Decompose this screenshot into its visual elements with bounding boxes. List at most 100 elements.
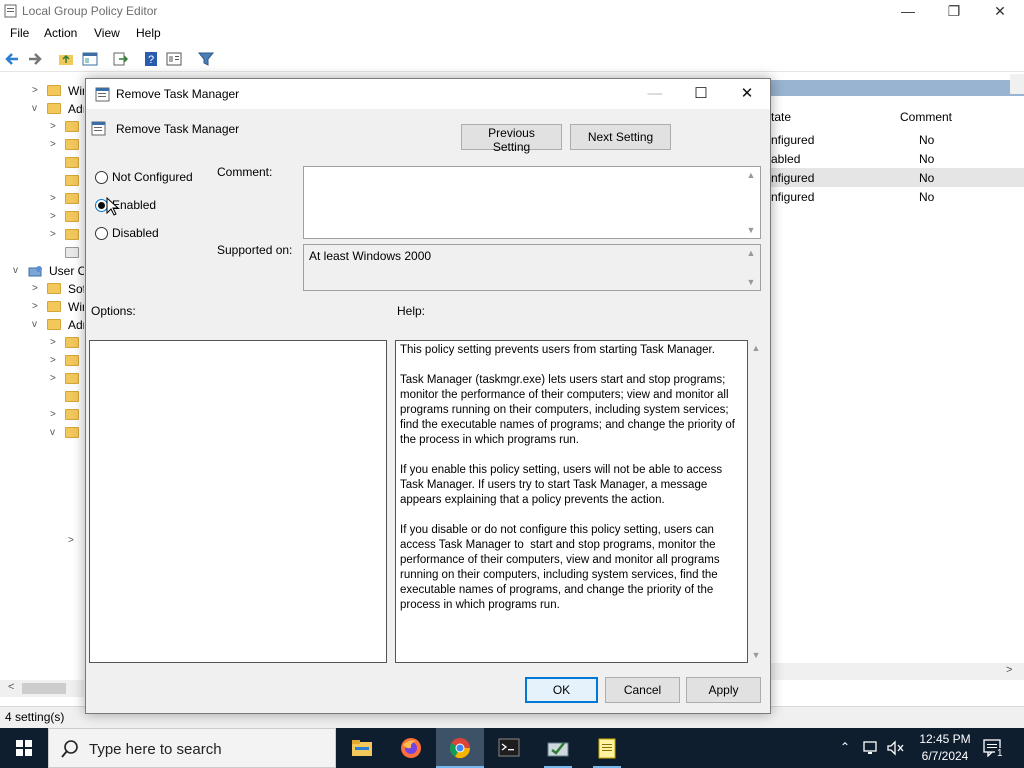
- tree-item[interactable]: >: [0, 208, 84, 226]
- start-button[interactable]: [0, 728, 48, 768]
- not-configured-radio[interactable]: [95, 171, 108, 184]
- show-hidden-icons-chevron-icon[interactable]: ⌃: [840, 740, 850, 754]
- tree-item[interactable]: > Sof: [0, 280, 84, 298]
- svg-text:?: ?: [148, 54, 154, 66]
- chrome-taskbar-icon[interactable]: [436, 728, 484, 768]
- tree-item[interactable]: >: [0, 190, 84, 208]
- minimize-button[interactable]: —: [885, 0, 931, 22]
- help-icon[interactable]: ?: [143, 51, 159, 67]
- comment-textarea[interactable]: ▲ ▼: [303, 166, 761, 239]
- next-setting-button[interactable]: Next Setting: [570, 124, 671, 150]
- tree-chevron[interactable]: >: [50, 118, 60, 136]
- search-icon: [61, 740, 78, 758]
- list-row[interactable]: nfigured No: [770, 187, 1024, 206]
- network-icon[interactable]: [862, 740, 880, 756]
- column-header-comment[interactable]: Comment: [900, 110, 952, 124]
- scroll-up-icon[interactable]: ▲: [745, 170, 757, 180]
- terminal-taskbar-icon[interactable]: [485, 728, 533, 768]
- tree-item[interactable]: >: [0, 118, 84, 136]
- tree-chevron[interactable]: >: [50, 352, 60, 370]
- tree-chevron[interactable]: >: [50, 334, 60, 352]
- tree-chevron[interactable]: >: [32, 280, 42, 298]
- system-clock[interactable]: 12:45 PM 6/7/2024: [910, 731, 980, 765]
- list-vertical-scrollbar[interactable]: [1010, 74, 1024, 94]
- menu-action[interactable]: Action: [44, 26, 77, 40]
- previous-setting-button[interactable]: Previous Setting: [461, 124, 562, 154]
- tree-item-user-configuration[interactable]: v User Co: [0, 262, 84, 280]
- list-row[interactable]: abled No: [770, 149, 1024, 168]
- scroll-up-icon[interactable]: ▲: [745, 248, 757, 258]
- firefox-taskbar-icon[interactable]: [387, 728, 435, 768]
- restore-button[interactable]: ❐: [931, 0, 977, 22]
- not-configured-label[interactable]: Not Configured: [112, 170, 193, 184]
- up-folder-icon[interactable]: [58, 51, 74, 67]
- scroll-thumb[interactable]: [22, 683, 66, 694]
- tree-chevron[interactable]: >: [50, 406, 60, 424]
- menu-view[interactable]: View: [94, 26, 120, 40]
- taskbar-search-box[interactable]: Type here to search: [48, 728, 336, 768]
- tree-item[interactable]: [0, 388, 84, 406]
- tree-item[interactable]: [0, 172, 84, 190]
- close-button[interactable]: ✕: [977, 0, 1023, 22]
- scroll-left-icon[interactable]: <: [8, 681, 14, 693]
- tree-item[interactable]: >: [0, 136, 84, 154]
- disabled-radio[interactable]: [95, 227, 108, 240]
- tree-chevron[interactable]: >: [32, 82, 42, 100]
- dialog-close-button[interactable]: ✕: [724, 79, 770, 109]
- tree-item[interactable]: >: [0, 352, 84, 370]
- tree-chevron[interactable]: >: [50, 226, 60, 244]
- tree-item[interactable]: >: [0, 226, 84, 244]
- scroll-right-icon[interactable]: >: [1006, 664, 1012, 676]
- tree-pane: > Win v Adı > > > > > v User Co > Sof > Wir v…: [0, 74, 84, 706]
- tree-item[interactable]: > Win: [0, 82, 84, 100]
- tree-item[interactable]: [0, 154, 84, 172]
- scroll-down-icon[interactable]: ▼: [745, 225, 757, 235]
- file-explorer-taskbar-icon[interactable]: [338, 728, 386, 768]
- volume-muted-icon[interactable]: [886, 740, 906, 756]
- tree-horizontal-scrollbar[interactable]: <: [0, 680, 84, 697]
- disabled-label[interactable]: Disabled: [112, 226, 159, 240]
- tree-chevron[interactable]: >: [50, 370, 60, 388]
- ok-button[interactable]: OK: [525, 677, 598, 703]
- tree-item[interactable]: >: [0, 406, 84, 424]
- tree-chevron[interactable]: >: [50, 208, 60, 226]
- menu-help[interactable]: Help: [136, 26, 161, 40]
- tree-chevron[interactable]: v: [32, 316, 42, 334]
- tree-chevron[interactable]: v: [50, 424, 60, 442]
- list-horizontal-scrollbar[interactable]: >: [770, 663, 1024, 680]
- show-hide-tree-icon[interactable]: [82, 51, 98, 67]
- filter-icon[interactable]: [198, 51, 214, 67]
- back-arrow-icon[interactable]: [4, 51, 20, 67]
- tree-item[interactable]: v Adı: [0, 100, 84, 118]
- tree-chevron[interactable]: v: [13, 262, 23, 280]
- notepad-taskbar-icon[interactable]: [583, 728, 631, 768]
- scroll-up-icon[interactable]: ▲: [750, 343, 762, 353]
- cancel-button[interactable]: Cancel: [605, 677, 680, 703]
- tree-chevron[interactable]: >: [50, 136, 60, 154]
- tree-item[interactable]: v: [0, 424, 84, 442]
- tree-item[interactable]: >: [0, 370, 84, 388]
- tree-item[interactable]: >: [0, 334, 84, 352]
- tree-chevron[interactable]: >: [68, 532, 78, 550]
- menu-file[interactable]: File: [10, 26, 29, 40]
- tree-chevron[interactable]: >: [32, 298, 42, 316]
- list-row-selected[interactable]: nfigured No: [770, 168, 1024, 187]
- scroll-down-icon[interactable]: ▼: [745, 277, 757, 287]
- tree-item[interactable]: [0, 244, 84, 262]
- list-row[interactable]: nfigured No: [770, 130, 1024, 149]
- column-header-state[interactable]: tate: [771, 110, 791, 124]
- tree-item[interactable]: >: [0, 532, 84, 550]
- dialog-maximize-button[interactable]: ☐: [678, 79, 724, 109]
- tree-item-label: Adr: [68, 318, 84, 332]
- properties-view-icon[interactable]: [166, 51, 182, 67]
- group-policy-taskbar-icon[interactable]: [534, 728, 582, 768]
- export-list-icon[interactable]: [112, 51, 128, 67]
- scroll-down-icon[interactable]: ▼: [750, 650, 762, 660]
- forward-arrow-icon[interactable]: [27, 51, 43, 67]
- tree-chevron[interactable]: v: [32, 100, 42, 118]
- apply-button[interactable]: Apply: [686, 677, 761, 703]
- tree-item[interactable]: > Wir: [0, 298, 84, 316]
- tree-item[interactable]: v Adr: [0, 316, 84, 334]
- help-scrollbar[interactable]: ▲ ▼: [749, 340, 764, 663]
- tree-chevron[interactable]: >: [50, 190, 60, 208]
